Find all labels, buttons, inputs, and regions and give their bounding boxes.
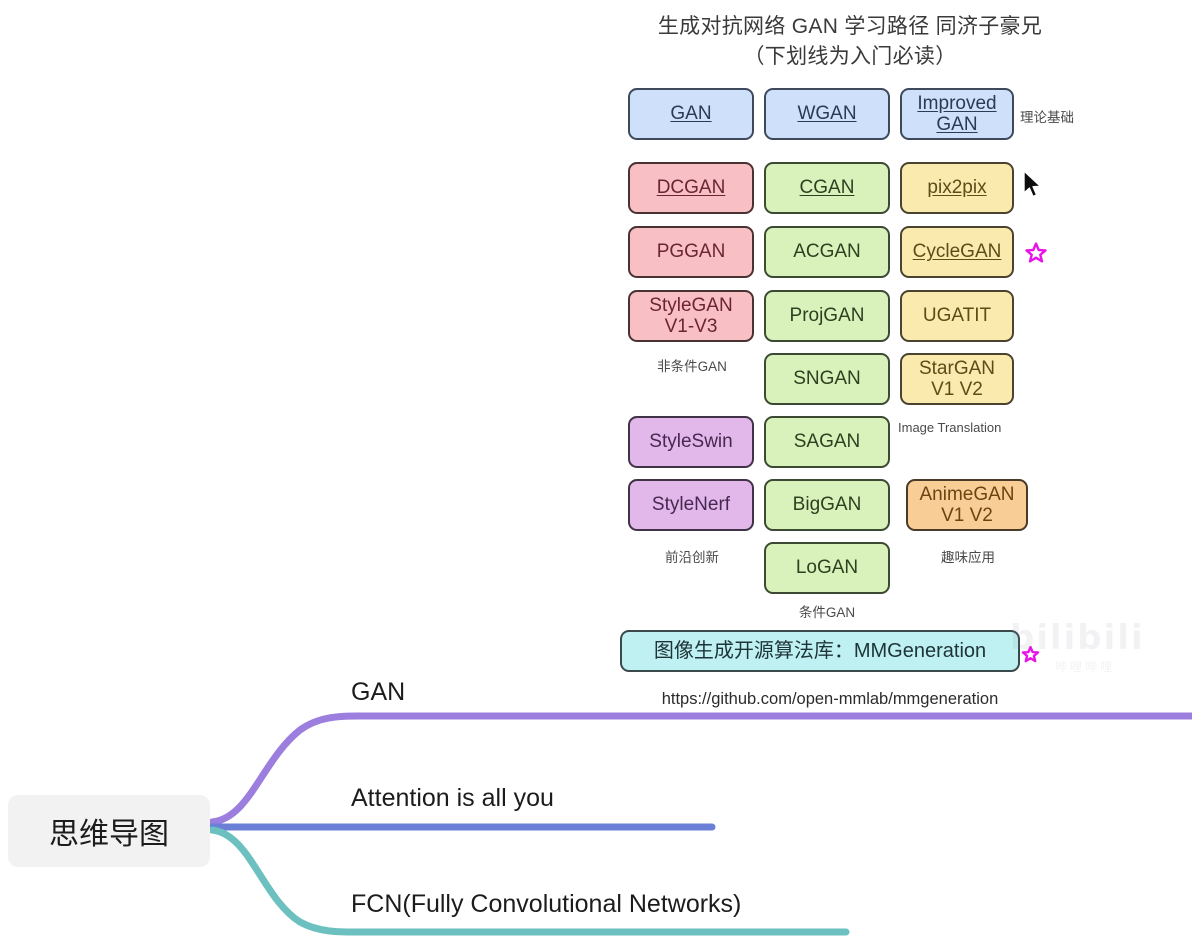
node-animegan[interactable]: AnimeGAN V1 V2 [906,479,1028,531]
node-wgan-label: WGAN [797,103,857,124]
node-mmgeneration-label: 图像生成开源算法库：MMGeneration [653,640,987,662]
mouse-pointer-icon [1022,170,1044,200]
category-label-fun-applications: 趣味应用 [941,550,995,565]
diagram-title-line1: 生成对抗网络 GAN 学习路径 同济子豪兄 [657,15,1043,38]
node-biggan[interactable]: BigGAN [764,479,890,531]
node-sngan-label: SNGAN [793,368,861,389]
node-acgan-label: ACGAN [793,241,861,262]
node-improved-gan-label-1: Improved [917,93,997,114]
node-stylegan[interactable]: StyleGAN V1-V3 [628,290,754,342]
node-sagan-label: SAGAN [793,431,861,452]
category-label-image-translation: Image Translation [898,420,1002,435]
node-animegan-label-1: AnimeGAN [919,484,1015,505]
node-cyclegan-label: CycleGAN [912,241,1002,262]
node-dcgan-label: DCGAN [656,177,726,198]
node-animegan-label-2: V1 V2 [941,505,993,526]
node-stargan-label-1: StarGAN [918,358,996,379]
category-label-theory: 理论基础 [1020,110,1074,125]
node-logan-label: LoGAN [795,557,859,578]
star-icon [1024,241,1048,270]
star-icon-small [1021,645,1040,667]
node-stylegan-label-2: V1-V3 [664,316,718,337]
node-stylenerf[interactable]: StyleNerf [628,479,754,531]
node-gan[interactable]: GAN [628,88,754,140]
node-projgan[interactable]: ProjGAN [764,290,890,342]
screenshot-root: 生成对抗网络 GAN 学习路径 同济子豪兄 （下划线为入门必读） GAN WGA… [0,0,1192,938]
node-mmgeneration[interactable]: 图像生成开源算法库：MMGeneration [620,630,1020,672]
node-stylenerf-label: StyleNerf [651,494,731,515]
node-cyclegan[interactable]: CycleGAN [900,226,1014,278]
node-sagan[interactable]: SAGAN [764,416,890,468]
github-url[interactable]: https://github.com/open-mmlab/mmgenerati… [600,690,1060,709]
node-stylegan-label-1: StyleGAN [649,295,733,316]
node-pix2pix[interactable]: pix2pix [900,162,1014,214]
category-label-conditional-gan: 条件GAN [798,605,856,620]
node-improved-gan-label-2: GAN [936,114,978,135]
mindmap-root-label: 思维导图 [49,818,169,851]
mindmap-root-node[interactable]: 思维导图 [8,795,210,867]
node-styleswin[interactable]: StyleSwin [628,416,754,468]
diagram-title-line2: （下划线为入门必读） [743,45,957,68]
node-pggan[interactable]: PGGAN [628,226,754,278]
node-improved-gan[interactable]: Improved GAN [900,88,1014,140]
node-stargan-label-2: V1 V2 [931,379,983,400]
node-cgan-label: CGAN [799,177,855,198]
category-label-unconditional-gan: 非条件GAN [657,359,727,374]
node-wgan[interactable]: WGAN [764,88,890,140]
node-acgan[interactable]: ACGAN [764,226,890,278]
node-sngan[interactable]: SNGAN [764,353,890,405]
node-pix2pix-label: pix2pix [927,177,987,198]
category-label-frontier: 前沿创新 [665,550,719,565]
node-styleswin-label: StyleSwin [649,431,733,452]
node-projgan-label: ProjGAN [789,305,865,326]
gan-learning-path-diagram: 生成对抗网络 GAN 学习路径 同济子豪兄 （下划线为入门必读） GAN WGA… [600,0,1100,720]
node-biggan-label: BigGAN [792,494,862,515]
node-pggan-label: PGGAN [656,241,726,262]
node-logan[interactable]: LoGAN [764,542,890,594]
node-ugatit-label: UGATIT [922,305,992,326]
diagram-title: 生成对抗网络 GAN 学习路径 同济子豪兄 （下划线为入门必读） [600,12,1100,72]
node-cgan[interactable]: CGAN [764,162,890,214]
branch-label-fcn[interactable]: FCN(Fully Convolutional Networks) [351,890,741,919]
node-dcgan[interactable]: DCGAN [628,162,754,214]
node-stargan[interactable]: StarGAN V1 V2 [900,353,1014,405]
node-gan-label: GAN [670,103,712,124]
branch-label-attention[interactable]: Attention is all you [351,784,554,813]
branch-label-gan[interactable]: GAN [351,678,405,707]
node-ugatit[interactable]: UGATIT [900,290,1014,342]
